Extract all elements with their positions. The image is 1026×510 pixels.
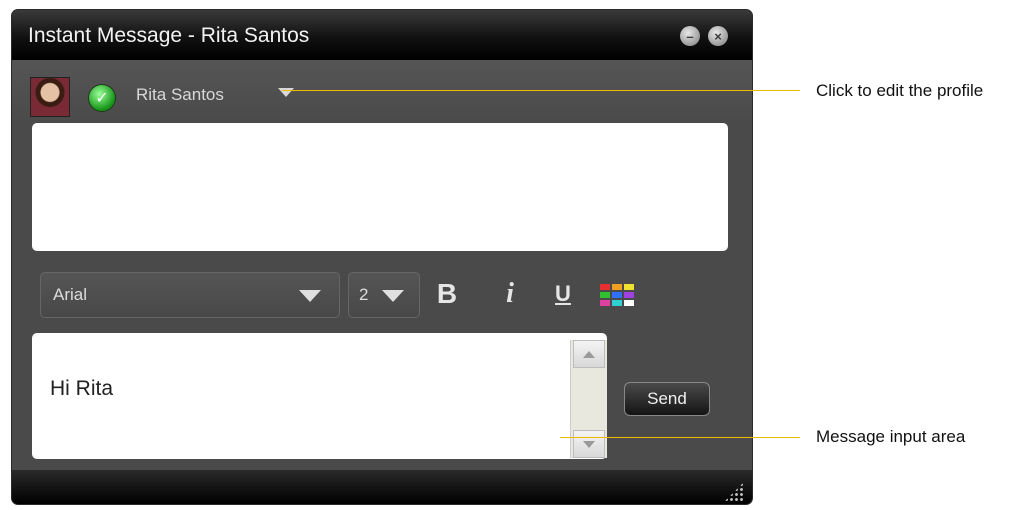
color-palette-icon[interactable] <box>600 284 636 310</box>
status-bar <box>12 470 752 504</box>
chevron-down-icon <box>299 290 321 302</box>
contact-profile-bar: ✓ Rita Santos <box>12 60 752 124</box>
color-swatch-7 <box>612 300 622 306</box>
available-status-icon: ✓ <box>88 84 116 112</box>
formatting-toolbar: Arial 2 B i U <box>12 260 752 324</box>
underline-button[interactable]: U <box>546 276 580 312</box>
profile-callout-label: Click to edit the profile <box>816 81 984 100</box>
scroll-down-button[interactable] <box>573 430 605 458</box>
color-swatch-3 <box>600 292 610 298</box>
conversation-history <box>32 123 728 251</box>
avatar[interactable] <box>30 77 70 117</box>
scroll-up-button[interactable] <box>573 340 605 368</box>
font-family-value: Arial <box>53 285 88 304</box>
arrow-down-icon <box>583 440 595 448</box>
color-swatch-0 <box>600 284 610 290</box>
contact-name[interactable]: Rita Santos <box>136 85 224 105</box>
font-size-select[interactable]: 2 <box>348 272 420 318</box>
color-swatch-1 <box>612 284 622 290</box>
chevron-down-icon <box>382 290 404 302</box>
composer-scrollbar[interactable] <box>570 340 607 458</box>
resize-grip-icon[interactable] <box>724 482 744 502</box>
arrow-up-icon <box>583 350 595 358</box>
font-family-select[interactable]: Arial <box>40 272 340 318</box>
close-button[interactable]: × <box>708 26 728 46</box>
italic-button[interactable]: i <box>493 276 527 312</box>
input-callout-label: Message input area <box>816 427 966 446</box>
close-icon: × <box>714 28 722 44</box>
color-swatch-8 <box>624 300 634 306</box>
profile-callout-line <box>282 90 800 91</box>
color-swatch-4 <box>612 292 622 298</box>
minimize-button[interactable]: – <box>680 26 700 46</box>
font-size-value: 2 <box>359 285 369 304</box>
color-swatch-2 <box>624 284 634 290</box>
color-swatch-6 <box>600 300 610 306</box>
minimize-icon: – <box>686 28 694 44</box>
window-title: Instant Message - Rita Santos <box>28 24 310 47</box>
send-button[interactable]: Send <box>624 382 710 416</box>
title-bar[interactable]: Instant Message - Rita Santos – × <box>12 10 752 60</box>
message-input-text[interactable]: Hi Rita <box>50 377 113 401</box>
message-input-area[interactable]: Hi Rita <box>32 333 607 459</box>
input-callout-line <box>560 437 800 438</box>
color-swatch-5 <box>624 292 634 298</box>
instant-message-window: Instant Message - Rita Santos – × ✓ Rita… <box>12 10 752 504</box>
bold-button[interactable]: B <box>430 276 464 312</box>
